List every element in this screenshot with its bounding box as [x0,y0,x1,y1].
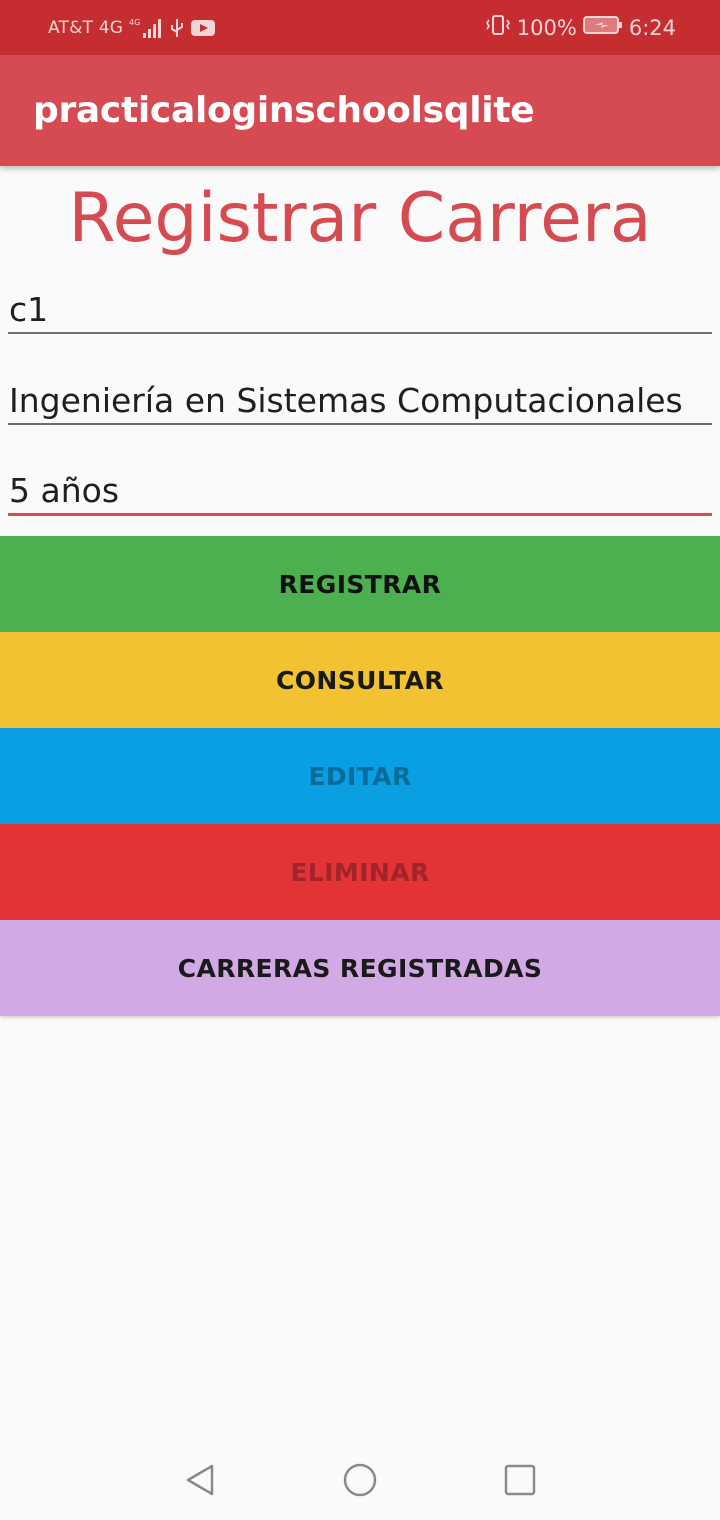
signal-icon: 4G [129,17,163,39]
svg-text:4G: 4G [129,18,140,27]
codigo-field[interactable] [8,286,712,334]
battery-percent: 100% [516,15,577,40]
carreras-registradas-button[interactable]: CARRERAS REGISTRADAS [0,920,720,1016]
home-icon[interactable] [338,1458,382,1502]
youtube-icon [191,19,216,37]
vibrate-icon [485,13,511,42]
page-title: Registrar Carrera [68,179,652,258]
app-title: practicaloginschoolsqlite [33,90,535,131]
registrar-button[interactable]: REGISTRAR [0,536,720,632]
back-icon[interactable] [178,1458,222,1502]
usb-icon [169,17,185,39]
app-bar: practicaloginschoolsqlite [0,55,720,166]
carrier-label: AT&T 4G [48,17,124,38]
duracion-field[interactable] [8,468,712,516]
status-right: 100% 6:24 [479,0,676,55]
nombre-field[interactable] [8,377,712,425]
battery-icon [582,15,623,40]
clock: 6:24 [628,15,676,40]
eliminar-button[interactable]: ELIMINAR [0,824,720,920]
editar-button[interactable]: EDITAR [0,728,720,824]
consultar-button[interactable]: CONSULTAR [0,632,720,728]
status-bar: AT&T 4G 4G 100% 6:24 [0,0,720,55]
status-left: AT&T 4G 4G [48,0,216,55]
recents-icon[interactable] [498,1458,542,1502]
nav-bar [0,1440,720,1520]
